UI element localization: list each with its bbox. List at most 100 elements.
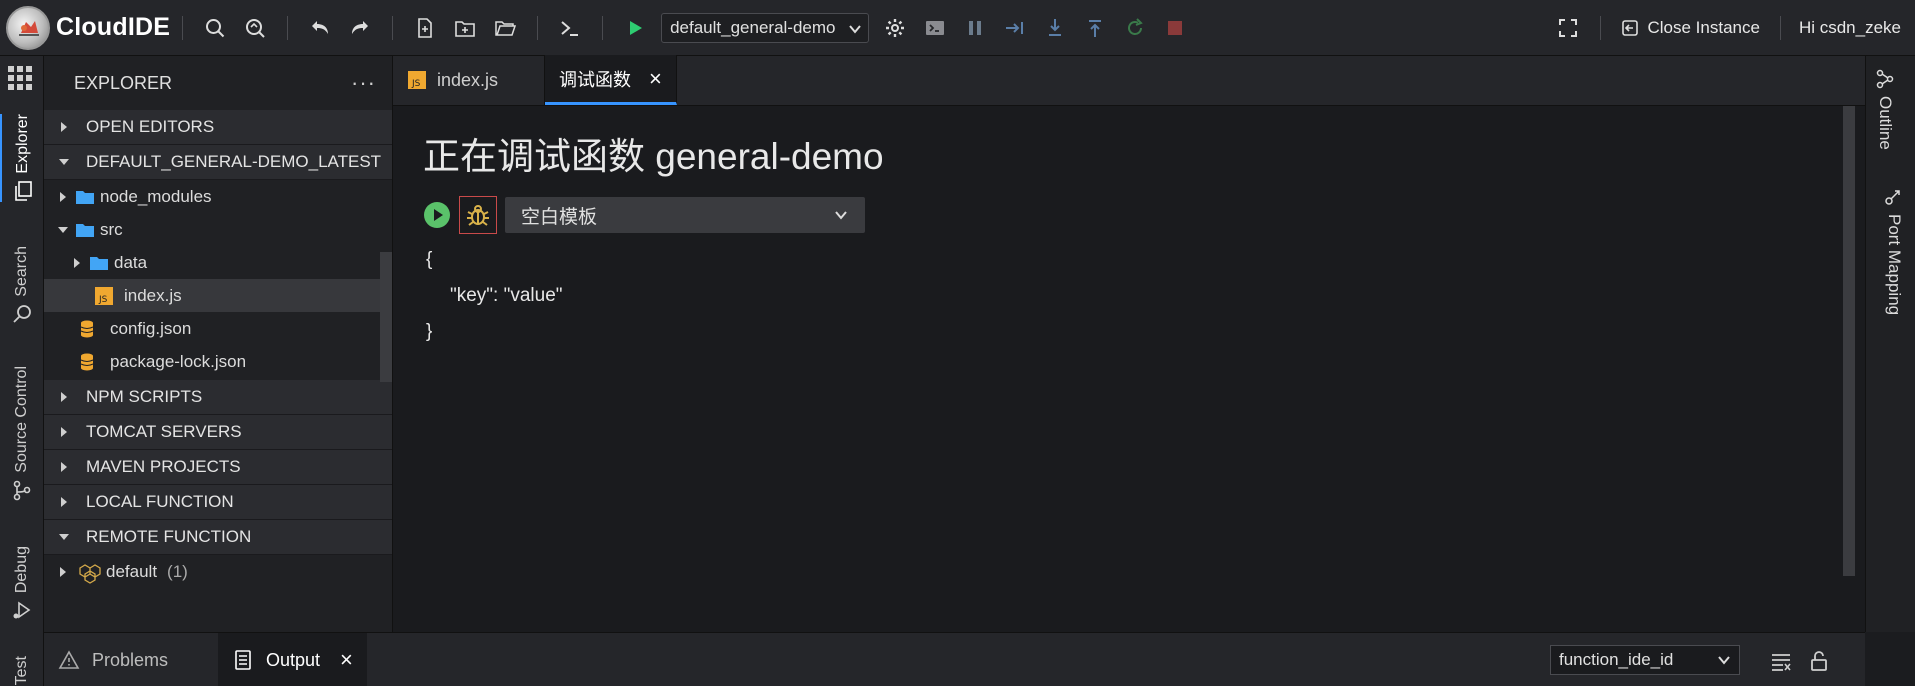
gear-icon	[886, 18, 905, 37]
apps-grid-icon[interactable]	[6, 64, 34, 92]
new-file-button[interactable]	[405, 8, 445, 48]
tree-item-remote-default[interactable]: default (1)	[44, 555, 392, 588]
new-folder-button[interactable]	[445, 8, 485, 48]
more-actions-icon[interactable]: ···	[351, 70, 376, 96]
event-json-editor[interactable]: { "key": "value" }	[426, 242, 563, 350]
activity-test-label: Test	[13, 656, 30, 686]
launch-config-select[interactable]: default_general-demo	[661, 12, 870, 43]
files-icon	[15, 180, 32, 201]
settings-button[interactable]	[875, 8, 915, 48]
close-icon[interactable]: ×	[340, 647, 353, 673]
section-project[interactable]: DEFAULT_GENERAL-DEMO_LATEST	[44, 145, 392, 180]
terminal-button[interactable]	[550, 8, 590, 48]
pause-icon	[969, 20, 982, 35]
tree-item-package-lock[interactable]: package-lock.json	[44, 345, 392, 378]
step-over-icon	[1006, 21, 1024, 34]
chevron-down-icon	[58, 226, 68, 233]
chevron-right-icon	[74, 257, 80, 268]
editor-scrollbar[interactable]	[1843, 106, 1855, 576]
chevron-right-icon	[61, 497, 67, 507]
close-icon[interactable]: ×	[649, 66, 662, 92]
tree-item-label: config.json	[110, 318, 192, 338]
step-into-icon	[1049, 18, 1062, 36]
section-maven-projects[interactable]: MAVEN PROJECTS	[44, 450, 392, 485]
section-project-label: DEFAULT_GENERAL-DEMO_LATEST	[86, 152, 382, 171]
step-out-icon	[1089, 19, 1102, 37]
section-local-function[interactable]: LOCAL FUNCTION	[44, 485, 392, 520]
sidebar-scrollbar[interactable]	[380, 252, 392, 382]
toolbar-divider	[1779, 16, 1781, 40]
activity-debug[interactable]: Debug	[0, 546, 44, 621]
terminal-prompt-icon	[561, 20, 579, 36]
search-button[interactable]	[195, 8, 235, 48]
section-open-editors[interactable]: OPEN EDITORS	[44, 110, 392, 145]
folder-icon	[90, 256, 108, 270]
toolbar-right: Close Instance Hi csdn_zeke	[1548, 0, 1915, 56]
tree-item-label: default	[106, 561, 158, 581]
tab-problems[interactable]: Problems	[58, 633, 168, 686]
activity-debug-label: Debug	[13, 546, 30, 594]
tab-index-js[interactable]: JS index.js	[393, 55, 545, 105]
tree-item-index-js[interactable]: JS index.js	[44, 279, 392, 312]
open-folder-button[interactable]	[485, 8, 525, 48]
activity-test[interactable]: Test	[0, 656, 44, 685]
debug-function-button[interactable]	[459, 196, 497, 234]
tree-item-src[interactable]: src	[44, 213, 392, 246]
close-instance-button[interactable]: Close Instance	[1613, 18, 1767, 38]
chevron-right-icon	[60, 191, 66, 202]
top-toolbar: CloudIDE default_general-demo Close Inst…	[0, 0, 1915, 56]
toolbar-divider	[537, 15, 539, 40]
restart-button[interactable]	[1115, 8, 1155, 48]
section-remote-function[interactable]: REMOTE FUNCTION	[44, 520, 392, 555]
output-channel-select[interactable]: function_ide_id	[1550, 645, 1740, 675]
activity-search[interactable]: Search	[0, 246, 44, 325]
chevron-right-icon	[61, 392, 67, 402]
tree-item-label: node_modules	[100, 186, 212, 206]
port-mapping-panel-toggle[interactable]: Port Mapping	[1874, 186, 1914, 315]
template-select[interactable]: 空白模板	[505, 197, 865, 233]
undo-button[interactable]	[300, 8, 340, 48]
package-cubes-icon	[79, 563, 101, 584]
section-tomcat-servers[interactable]: TOMCAT SERVERS	[44, 415, 392, 450]
tab-output[interactable]: Output ×	[218, 633, 367, 686]
port-mapping-label: Port Mapping	[1885, 214, 1904, 316]
tree-item-label: data	[114, 252, 148, 272]
tree-item-config-json[interactable]: config.json	[44, 312, 392, 345]
search-replace-icon	[246, 18, 265, 38]
pause-button[interactable]	[955, 8, 995, 48]
ide-window: CloudIDE default_general-demo Close Inst…	[0, 0, 1915, 686]
redo-button[interactable]	[340, 8, 380, 48]
tree-item-data[interactable]: data	[44, 246, 392, 279]
debug-function-panel: 正在调试函数 general-demo 空白模板 { "key": "value…	[393, 106, 1865, 632]
fullscreen-button[interactable]	[1548, 8, 1588, 48]
user-greeting[interactable]: Hi csdn_zeke	[1793, 18, 1915, 38]
section-npm-scripts[interactable]: NPM SCRIPTS	[44, 380, 392, 415]
search-replace-button[interactable]	[235, 8, 275, 48]
tab-problems-label: Problems	[92, 649, 169, 670]
section-remote-function-label: REMOTE FUNCTION	[86, 527, 252, 546]
toolbar-divider	[392, 15, 394, 40]
database-icon	[80, 353, 94, 370]
step-out-button[interactable]	[1075, 8, 1115, 48]
unlock-icon[interactable]	[1807, 649, 1831, 673]
activity-explorer-label: Explorer	[14, 114, 31, 174]
app-name: CloudIDE	[56, 13, 171, 41]
remote-function-count: (1)	[167, 561, 188, 581]
activity-source-control[interactable]: Source Control	[0, 366, 44, 501]
clear-output-icon[interactable]	[1769, 649, 1793, 673]
folder-open-icon	[495, 20, 517, 36]
run-button[interactable]	[615, 8, 655, 48]
step-over-button[interactable]	[995, 8, 1035, 48]
debug-console-button[interactable]	[915, 8, 955, 48]
explorer-header: EXPLORER ···	[44, 56, 392, 110]
explorer-title: EXPLORER	[74, 72, 173, 93]
output-channel-value: function_ide_id	[1559, 650, 1674, 669]
tab-debug-function[interactable]: 调试函数 ×	[545, 55, 677, 105]
step-into-button[interactable]	[1035, 8, 1075, 48]
outline-panel-toggle[interactable]: Outline	[1874, 68, 1896, 150]
tree-item-node-modules[interactable]: node_modules	[44, 180, 392, 213]
run-function-icon[interactable]	[423, 201, 451, 229]
activity-explorer[interactable]: Explorer	[0, 114, 44, 202]
section-tomcat-servers-label: TOMCAT SERVERS	[86, 422, 242, 441]
stop-button[interactable]	[1155, 8, 1195, 48]
